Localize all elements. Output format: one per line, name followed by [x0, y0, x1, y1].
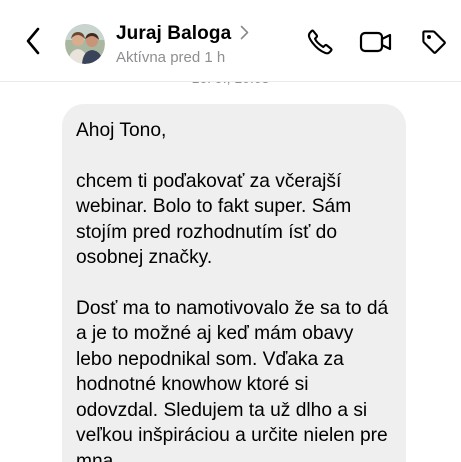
avatar[interactable]	[65, 24, 105, 64]
video-camera-icon	[359, 27, 393, 62]
tag-icon	[419, 27, 449, 62]
message-paragraph: Dosť ma to namotivovalo že sa to dá a je…	[76, 297, 389, 462]
message-paragraph: Ahoj Tono,	[76, 120, 167, 141]
chat-screen: 16. 9., 10:03	[0, 0, 461, 462]
phone-icon	[305, 27, 335, 62]
chevron-left-icon	[25, 27, 41, 60]
message-paragraph: chcem ti poďakovať za včerajší webinar. …	[76, 170, 352, 269]
header-divider	[0, 81, 461, 82]
contact-name-button[interactable]: Juraj Baloga	[116, 23, 249, 45]
active-status: Aktívna pred 1 h	[116, 49, 226, 66]
call-button[interactable]	[304, 28, 336, 60]
video-call-button[interactable]	[359, 27, 393, 62]
chat-header: Juraj Baloga Aktívna pred 1 h	[0, 0, 461, 82]
message-bubble[interactable]: Ahoj Tono, chcem ti poďakovať za včerajš…	[62, 104, 406, 462]
chevron-right-icon	[240, 25, 249, 43]
contact-name: Juraj Baloga	[116, 23, 232, 44]
back-button[interactable]	[16, 26, 50, 60]
tag-button[interactable]	[418, 28, 450, 60]
